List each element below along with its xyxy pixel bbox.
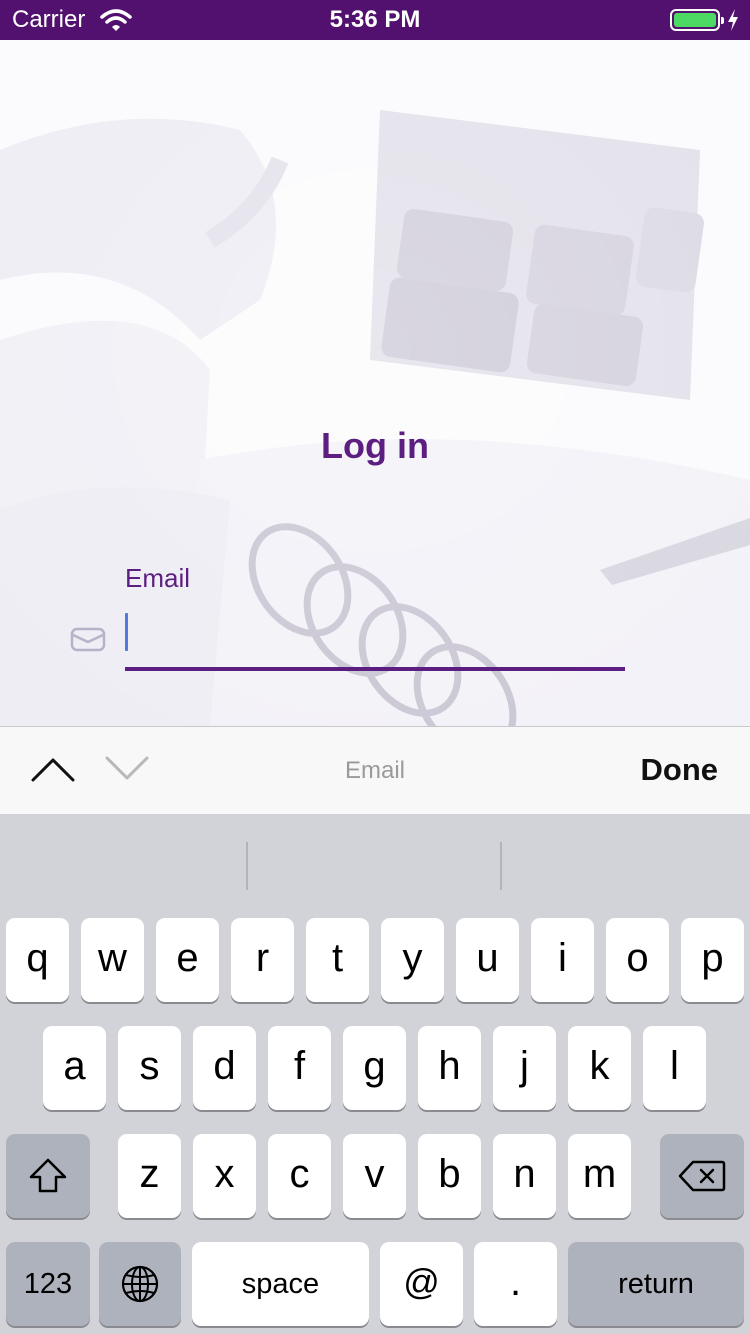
- globe-key[interactable]: [99, 1242, 181, 1326]
- backspace-icon: [678, 1160, 726, 1192]
- key-l[interactable]: l: [643, 1026, 706, 1110]
- keyboard-toolbar: Email Done: [0, 726, 750, 814]
- battery-icon: [670, 9, 724, 31]
- return-key[interactable]: return: [568, 1242, 744, 1326]
- key-z[interactable]: z: [118, 1134, 181, 1218]
- key-n[interactable]: n: [493, 1134, 556, 1218]
- key-u[interactable]: u: [456, 918, 519, 1002]
- clock: 5:36 PM: [329, 6, 421, 33]
- key-y[interactable]: y: [381, 918, 444, 1002]
- key-h[interactable]: h: [418, 1026, 481, 1110]
- key-q[interactable]: q: [6, 918, 69, 1002]
- key-t[interactable]: t: [306, 918, 369, 1002]
- login-screen: Log in Email: [0, 40, 750, 726]
- bolt-icon: [728, 9, 738, 31]
- key-c[interactable]: c: [268, 1134, 331, 1218]
- key-j[interactable]: j: [493, 1026, 556, 1110]
- key-r[interactable]: r: [231, 918, 294, 1002]
- key-s[interactable]: s: [118, 1026, 181, 1110]
- toolbar-title: Email: [344, 757, 405, 784]
- status-bar: Carrier 5:36 PM: [0, 0, 750, 40]
- key-m[interactable]: m: [568, 1134, 631, 1218]
- globe-icon: [121, 1265, 159, 1303]
- key-p[interactable]: p: [681, 918, 744, 1002]
- key-v[interactable]: v: [343, 1134, 406, 1218]
- key-f[interactable]: f: [268, 1026, 331, 1110]
- key-w[interactable]: w: [81, 918, 144, 1002]
- text-caret: [125, 613, 128, 651]
- key-g[interactable]: g: [343, 1026, 406, 1110]
- email-field[interactable]: [125, 610, 625, 668]
- email-field-underline: [125, 667, 625, 671]
- key-e[interactable]: e: [156, 918, 219, 1002]
- battery-tip: [721, 17, 724, 24]
- numbers-key[interactable]: 123: [6, 1242, 90, 1326]
- keyboard: q w e r t y u i o p a s d f g h j k l z …: [0, 814, 750, 1334]
- dot-key[interactable]: .: [474, 1242, 557, 1326]
- key-a[interactable]: a: [43, 1026, 106, 1110]
- login-title: Log in: [321, 425, 429, 466]
- key-x[interactable]: x: [193, 1134, 256, 1218]
- predictive-divider: [500, 842, 502, 890]
- shift-key[interactable]: [6, 1134, 90, 1218]
- key-d[interactable]: d: [193, 1026, 256, 1110]
- shift-icon: [29, 1158, 67, 1193]
- predictive-bar: [0, 814, 750, 904]
- email-label: Email: [125, 563, 191, 593]
- done-button[interactable]: Done: [641, 752, 719, 788]
- backspace-key[interactable]: [660, 1134, 744, 1218]
- key-k[interactable]: k: [568, 1026, 631, 1110]
- space-key[interactable]: space: [192, 1242, 369, 1326]
- key-i[interactable]: i: [531, 918, 594, 1002]
- mail-icon: [70, 627, 106, 652]
- key-o[interactable]: o: [606, 918, 669, 1002]
- at-key[interactable]: @: [380, 1242, 463, 1326]
- key-b[interactable]: b: [418, 1134, 481, 1218]
- battery-level-fill: [674, 13, 716, 27]
- predictive-divider: [246, 842, 248, 890]
